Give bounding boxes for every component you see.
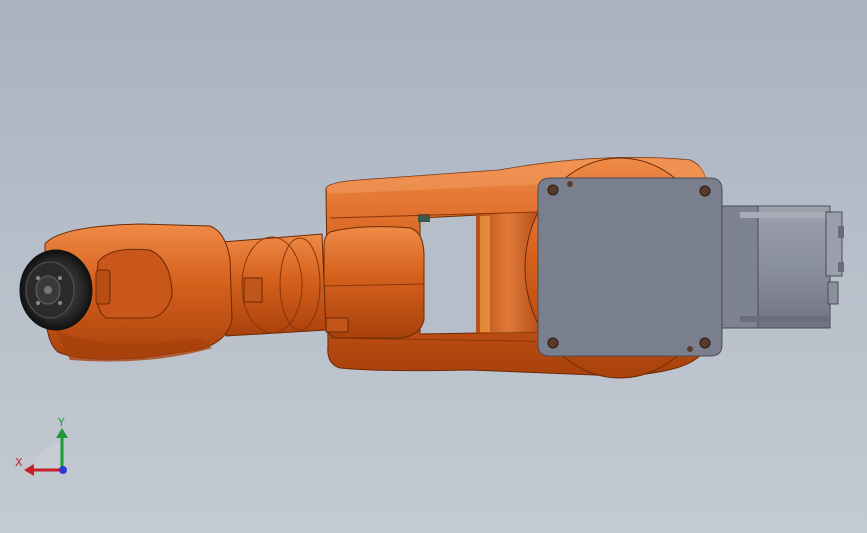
axis-triad: Y X [15,416,68,476]
x-axis-label: X [15,456,23,469]
cad-viewport[interactable]: Y X [0,0,867,533]
z-axis-dot [59,466,67,474]
elbow-joint[interactable] [323,226,425,339]
tool-flange[interactable] [19,249,93,331]
y-axis-label: Y [57,416,65,429]
motor-plate[interactable] [537,177,723,357]
robot-arm-model[interactable]: Y X [0,0,867,533]
motor-body[interactable] [721,205,844,329]
forearm-tube[interactable] [221,233,327,337]
